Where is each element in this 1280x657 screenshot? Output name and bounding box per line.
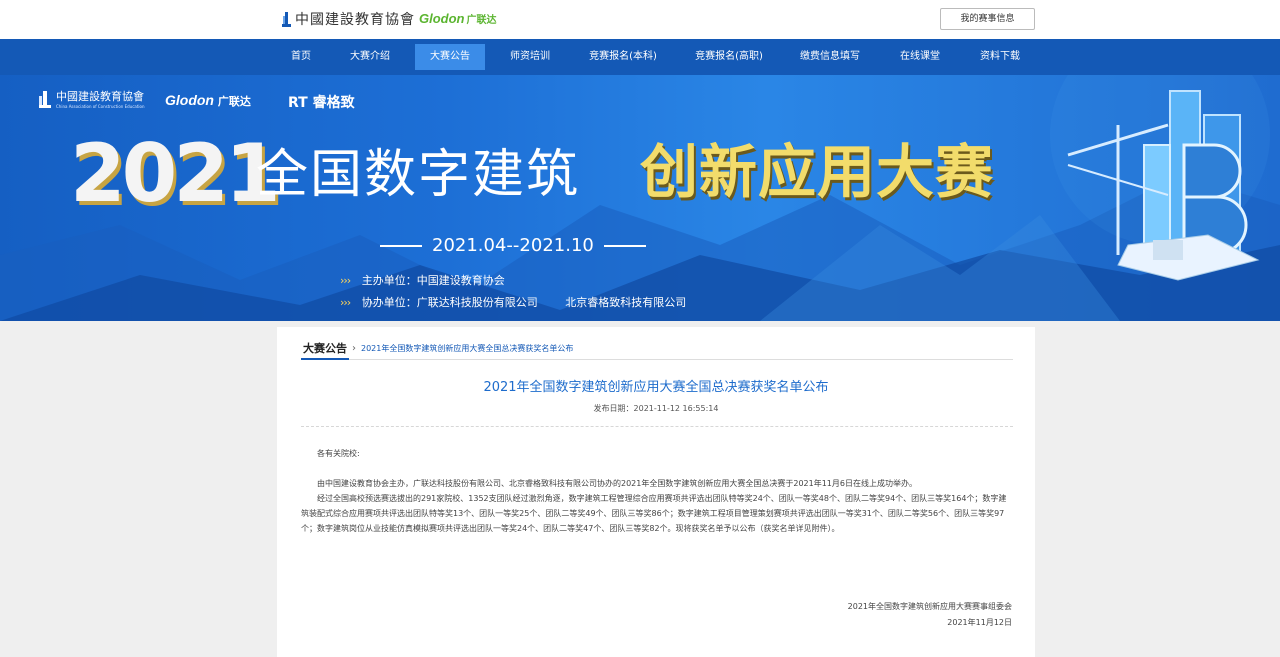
banner-coorg-text: 协办单位：广联达科技股份有限公司 <box>361 296 538 309</box>
breadcrumb-home[interactable]: 大赛公告 <box>303 340 347 356</box>
banner-date-range: 2021.04--2021.10 <box>380 235 680 256</box>
banner-rt-logo: RT 睿格致 <box>288 95 355 111</box>
banner-date-text: 2021.04--2021.10 <box>432 235 594 256</box>
banner-title-part1: 全国数字建筑 <box>256 145 581 205</box>
cace-logo-icon <box>282 11 291 27</box>
nav-item-home[interactable]: 首页 <box>281 44 321 70</box>
nav-item-online-class[interactable]: 在线课堂 <box>890 44 950 70</box>
nav-item-payment-info[interactable]: 缴费信息填写 <box>790 44 870 70</box>
banner-cace-logo: 中國建設教育協會 China Association of Constructi… <box>38 88 145 109</box>
article-salutation: 各有关院校: <box>317 449 360 458</box>
article-divider <box>301 426 1013 427</box>
banner-logos: 中國建設教育協會 China Association of Constructi… <box>38 88 355 111</box>
nav-item-intro[interactable]: 大赛介绍 <box>340 44 400 70</box>
nav-item-announcements[interactable]: 大赛公告 <box>415 44 485 70</box>
banner-coorg-second: 北京睿格致科技有限公司 <box>565 296 687 309</box>
cace-logo-text: 中國建設教育協會 <box>295 12 415 28</box>
date-right-line <box>603 244 646 247</box>
nav-item-register-undergrad[interactable]: 竞赛报名(本科) <box>578 44 668 70</box>
cace-logo[interactable]: 中國建設教育協會 <box>282 8 415 30</box>
my-competition-info-button[interactable]: 我的赛事信息 <box>940 8 1035 30</box>
breadcrumb-divider <box>301 359 1013 360</box>
chevron-right-icon: › <box>352 342 356 354</box>
nav-item-downloads[interactable]: 资料下载 <box>970 44 1030 70</box>
hero-banner: 中國建設教育協會 China Association of Constructi… <box>0 75 1280 321</box>
nav-item-teacher-training[interactable]: 师资培训 <box>500 44 560 70</box>
glodon-logo-text: Glodon <box>419 11 465 26</box>
chevrons-icon: ››› <box>340 274 351 287</box>
top-bar: 中國建設教育協會 Glodon 广联达 我的赛事信息 <box>0 0 1280 39</box>
main-nav: 首页 大赛介绍 大赛公告 师资培训 竞赛报名(本科) 竞赛报名(高职) 缴费信息… <box>0 39 1280 75</box>
article-publish-date: 发布日期：2021-11-12 16:55:14 <box>593 404 719 413</box>
date-left-line <box>380 244 422 247</box>
glodon-logo-cn: 广联达 <box>466 15 497 26</box>
article-paragraph-2: 经过全国高校预选赛选拔出的291家院校、1352支团队经过激烈角逐，数字建筑工程… <box>301 494 1007 533</box>
chevrons-icon: ››› <box>340 296 351 309</box>
banner-title-part2: 创新应用大赛 <box>640 138 995 206</box>
glodon-logo[interactable]: Glodon 广联达 <box>419 11 497 26</box>
banner-host-text: 主办单位：中国建设教育协会 <box>361 274 505 287</box>
banner-host: ››› 主办单位：中国建设教育协会 <box>340 272 505 288</box>
article-panel: 大赛公告 › 2021年全国数字建筑创新应用大赛全国总决赛获奖名单公布 2021… <box>277 327 1035 657</box>
banner-coorganizer: ››› 协办单位：广联达科技股份有限公司 北京睿格致科技有限公司 <box>340 294 686 310</box>
breadcrumb: 大赛公告 › 2021年全国数字建筑创新应用大赛全国总决赛获奖名单公布 <box>303 340 573 356</box>
breadcrumb-underline <box>301 358 349 360</box>
banner-glodon-logo-en: Glodon <box>165 92 214 108</box>
article-body: 各有关院校: 由中国建设教育协会主办，广联达科技股份有限公司、北京睿格致科技有限… <box>301 446 1013 536</box>
article-paragraph-1: 由中国建设教育协会主办，广联达科技股份有限公司、北京睿格致科技有限公司协办的20… <box>317 479 917 488</box>
cace-emblem-icon <box>39 90 51 108</box>
banner-year: 2021 <box>70 127 281 220</box>
building-illustration <box>1067 90 1260 281</box>
banner-glodon-logo: Glodon 广联达 <box>165 92 251 109</box>
banner-cace-logo-text: 中國建設教育協會 <box>56 90 144 103</box>
breadcrumb-current[interactable]: 2021年全国数字建筑创新应用大赛全国总决赛获奖名单公布 <box>361 343 573 354</box>
article-sign-org: 2021年全国数字建筑创新应用大赛赛事组委会 <box>847 602 1012 611</box>
article-sign-date: 2021年11月12日 <box>947 618 1012 627</box>
article-title: 2021年全国数字建筑创新应用大赛全国总决赛获奖名单公布 <box>483 380 829 395</box>
banner-cace-logo-subtext: China Association of Construction Educat… <box>56 104 145 109</box>
banner-glodon-logo-cn: 广联达 <box>217 96 251 108</box>
nav-item-register-vocational[interactable]: 竞赛报名(高职) <box>684 44 774 70</box>
